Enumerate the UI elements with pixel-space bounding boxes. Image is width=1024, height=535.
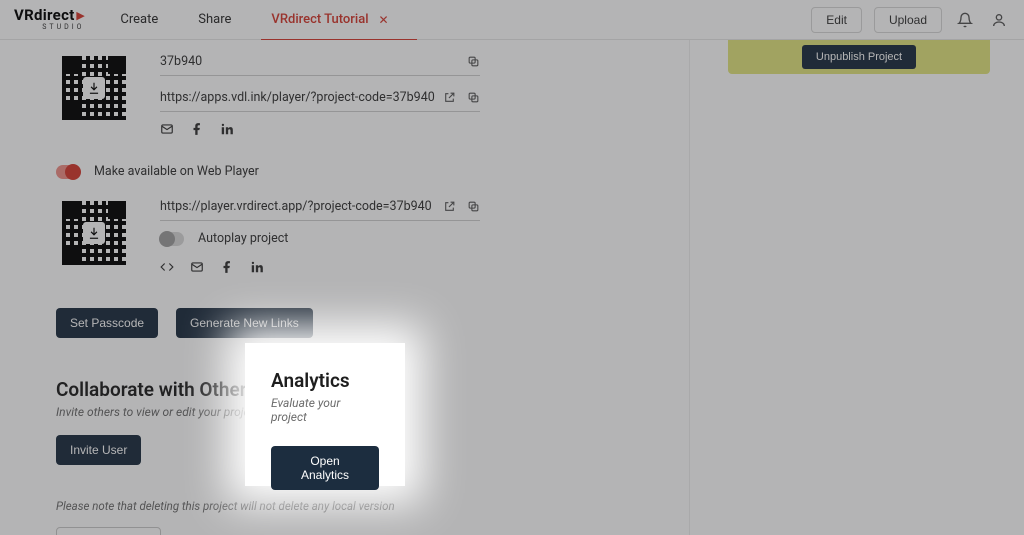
facebook-icon[interactable]	[190, 122, 204, 136]
linkedin-icon[interactable]	[220, 122, 234, 136]
tab-tutorial-label: VRdirect Tutorial	[271, 12, 368, 27]
analytics-card: Analytics Evaluate your project Open Ana…	[245, 343, 405, 486]
invite-user-button[interactable]: Invite User	[56, 435, 141, 465]
copy-icon[interactable]	[466, 91, 480, 105]
app-link-value: https://apps.vdl.ink/player/?project-cod…	[160, 90, 435, 105]
copy-icon[interactable]	[466, 55, 480, 69]
web-player-toggle-label: Make available on Web Player	[94, 164, 259, 179]
header-left: VRdirect ▸ STUDIO Create Share VRdirect …	[14, 0, 389, 40]
qr-code-app[interactable]	[56, 50, 132, 126]
side-column: Unpublish Project	[728, 40, 990, 74]
project-code-field: 37b940	[160, 50, 480, 76]
app-link-block: 37b940 https://apps.vdl.ink/player/?proj…	[56, 50, 689, 136]
tabs: Create Share VRdirect Tutorial ✕	[120, 0, 388, 40]
open-analytics-button[interactable]: Open Analytics	[271, 446, 379, 490]
logo-accent-icon: ▸	[77, 8, 85, 23]
mail-icon[interactable]	[190, 260, 204, 274]
qr-code-web[interactable]	[56, 195, 132, 271]
close-icon[interactable]: ✕	[379, 13, 389, 27]
web-link-value: https://player.vrdirect.app/?project-cod…	[160, 199, 432, 214]
header: VRdirect ▸ STUDIO Create Share VRdirect …	[0, 0, 1024, 40]
delete-note: Please note that deleting this project w…	[56, 499, 689, 513]
unpublish-button[interactable]: Unpublish Project	[802, 45, 916, 69]
tab-create-label: Create	[120, 12, 158, 27]
edit-button[interactable]: Edit	[811, 7, 862, 33]
open-external-icon[interactable]	[442, 200, 456, 214]
web-link-field: https://player.vrdirect.app/?project-cod…	[160, 195, 480, 221]
project-code-value: 37b940	[160, 54, 202, 69]
web-player-toggle-row: Make available on Web Player	[56, 164, 689, 179]
social-row-app	[160, 122, 480, 136]
web-player-toggle[interactable]	[56, 165, 80, 179]
user-icon[interactable]	[988, 9, 1010, 31]
analytics-title: Analytics	[271, 369, 379, 392]
copy-icon[interactable]	[466, 200, 480, 214]
download-icon[interactable]	[83, 222, 105, 244]
facebook-icon[interactable]	[220, 260, 234, 274]
passcode-button-row: Set Passcode Generate New Links	[56, 308, 689, 338]
logo-text: VRdirect	[14, 8, 75, 23]
mail-icon[interactable]	[160, 122, 174, 136]
tab-tutorial[interactable]: VRdirect Tutorial ✕	[271, 0, 388, 40]
header-right: Edit Upload	[811, 7, 1010, 33]
open-external-icon[interactable]	[442, 91, 456, 105]
social-row-web	[160, 260, 480, 274]
app-link-field: https://apps.vdl.ink/player/?project-cod…	[160, 86, 480, 112]
analytics-subtitle: Evaluate your project	[271, 396, 379, 424]
autoplay-toggle[interactable]	[160, 232, 184, 246]
tab-share-label: Share	[198, 12, 231, 27]
unpublish-bar: Unpublish Project	[728, 40, 990, 74]
autoplay-toggle-row: Autoplay project	[160, 231, 480, 246]
download-icon[interactable]	[83, 77, 105, 99]
embed-icon[interactable]	[160, 260, 174, 274]
delete-project-button[interactable]: Delete Project	[56, 527, 161, 535]
web-link-block: https://player.vrdirect.app/?project-cod…	[56, 195, 689, 274]
logo-subtext: STUDIO	[14, 24, 84, 31]
generate-links-button[interactable]: Generate New Links	[176, 308, 313, 338]
body: 37b940 https://apps.vdl.ink/player/?proj…	[0, 40, 1024, 535]
logo[interactable]: VRdirect ▸ STUDIO	[14, 8, 84, 31]
autoplay-toggle-label: Autoplay project	[198, 231, 288, 246]
tab-share[interactable]: Share	[198, 0, 231, 40]
set-passcode-button[interactable]: Set Passcode	[56, 308, 158, 338]
tab-create[interactable]: Create	[120, 0, 158, 40]
bell-icon[interactable]	[954, 9, 976, 31]
linkedin-icon[interactable]	[250, 260, 264, 274]
upload-button[interactable]: Upload	[874, 7, 942, 33]
